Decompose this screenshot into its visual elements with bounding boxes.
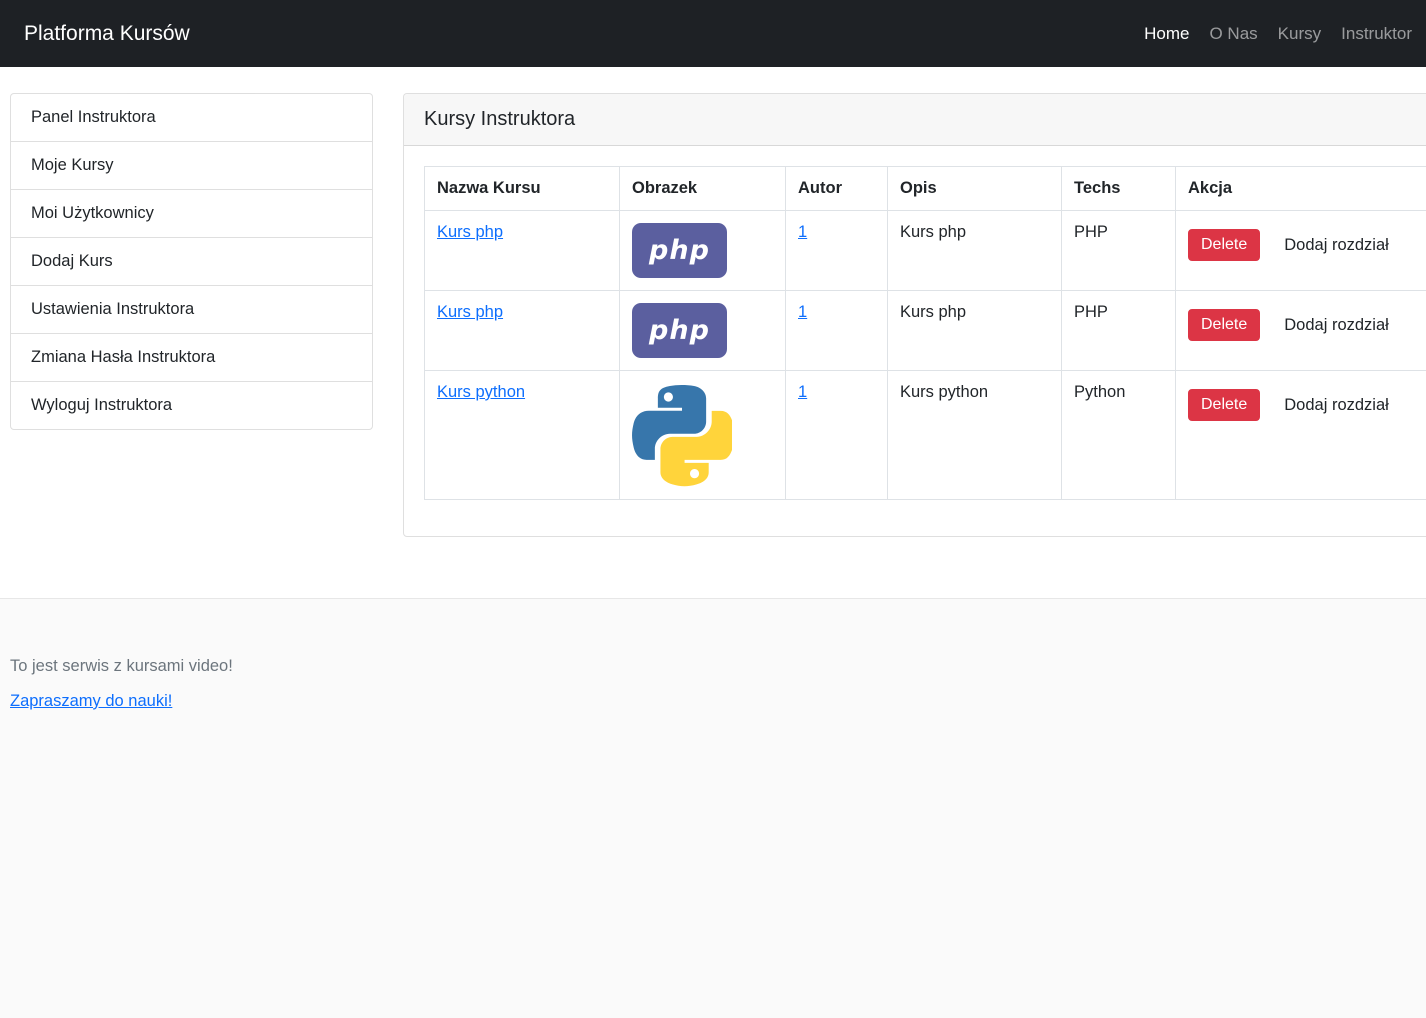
add-chapter-link[interactable]: Dodaj rozdział <box>1284 396 1389 415</box>
course-name-link[interactable]: Kurs python <box>437 383 525 401</box>
course-techs: Python <box>1062 371 1176 500</box>
footer-invite-link[interactable]: Zapraszamy do nauki! <box>10 692 172 710</box>
navbar-brand[interactable]: Platforma Kursów <box>24 22 190 46</box>
author-link[interactable]: 1 <box>798 223 807 241</box>
navbar-inner: Platforma Kursów Home O Nas Kursy Instru… <box>0 22 1426 46</box>
col-header-nazwa-kursu: Nazwa Kursu <box>425 167 620 211</box>
sidebar-item-moje-kursy[interactable]: Moje Kursy <box>10 141 373 189</box>
sidebar-item-zmiana-hasla-instruktora[interactable]: Zmiana Hasła Instruktora <box>10 333 373 381</box>
footer-text: To jest serwis z kursami video! <box>10 657 1416 676</box>
nav-item-o-nas[interactable]: O Nas <box>1209 24 1257 43</box>
page-footer: To jest serwis z kursami video! Zaprasza… <box>0 598 1426 1018</box>
author-link[interactable]: 1 <box>798 383 807 401</box>
course-name-link[interactable]: Kurs php <box>437 223 503 241</box>
table-row: Kurs python 1 Kurs python Python <box>425 371 1426 500</box>
php-logo: php <box>632 223 727 278</box>
sidebar-item-wyloguj-instruktora[interactable]: Wyloguj Instruktora <box>10 381 373 430</box>
nav-item-kursy[interactable]: Kursy <box>1278 24 1321 43</box>
courses-table: Nazwa Kursu Obrazek Autor Opis Techs Akc… <box>424 166 1426 500</box>
instructor-sidebar: Panel Instruktora Moje Kursy Moi Użytkow… <box>10 93 373 430</box>
table-row: Kurs php php 1 Kurs php PHP Delete Dodaj… <box>425 291 1426 371</box>
table-row: Kurs php php 1 Kurs php PHP Delete Dodaj… <box>425 211 1426 291</box>
course-techs: PHP <box>1062 291 1176 371</box>
delete-button[interactable]: Delete <box>1188 309 1260 341</box>
page-title: Kursy Instruktora <box>404 94 1426 146</box>
col-header-opis: Opis <box>888 167 1062 211</box>
course-description: Kurs python <box>888 371 1062 500</box>
course-name-link[interactable]: Kurs php <box>437 303 503 321</box>
sidebar-item-dodaj-kurs[interactable]: Dodaj Kurs <box>10 237 373 285</box>
col-header-akcja: Akcja <box>1176 167 1426 211</box>
courses-card: Kursy Instruktora Nazwa Kursu Obrazek Au… <box>403 93 1426 537</box>
add-chapter-link[interactable]: Dodaj rozdział <box>1284 236 1389 255</box>
action-cell: Delete Dodaj rozdział <box>1188 229 1426 261</box>
table-header-row: Nazwa Kursu Obrazek Autor Opis Techs Akc… <box>425 167 1426 211</box>
sidebar-item-ustawienia-instruktora[interactable]: Ustawienia Instruktora <box>10 285 373 333</box>
course-description: Kurs php <box>888 291 1062 371</box>
delete-button[interactable]: Delete <box>1188 229 1260 261</box>
delete-button[interactable]: Delete <box>1188 389 1260 421</box>
sidebar-item-moi-uzytkownicy[interactable]: Moi Użytkownicy <box>10 189 373 237</box>
course-description: Kurs php <box>888 211 1062 291</box>
python-logo <box>632 383 732 487</box>
nav-item-instruktor[interactable]: Instruktor <box>1341 24 1412 43</box>
top-navbar: Platforma Kursów Home O Nas Kursy Instru… <box>0 0 1426 67</box>
col-header-obrazek: Obrazek <box>620 167 786 211</box>
col-header-techs: Techs <box>1062 167 1176 211</box>
add-chapter-link[interactable]: Dodaj rozdział <box>1284 316 1389 335</box>
courses-card-body: Nazwa Kursu Obrazek Autor Opis Techs Akc… <box>404 146 1426 536</box>
action-cell: Delete Dodaj rozdział <box>1188 309 1426 341</box>
col-header-autor: Autor <box>786 167 888 211</box>
course-techs: PHP <box>1062 211 1176 291</box>
sidebar-item-panel-instruktora[interactable]: Panel Instruktora <box>10 93 373 141</box>
nav-item-home[interactable]: Home <box>1144 24 1189 43</box>
php-logo: php <box>632 303 727 358</box>
navbar-menu: Home O Nas Kursy Instruktor <box>1124 24 1412 44</box>
page-body: Panel Instruktora Moje Kursy Moi Użytkow… <box>0 67 1426 537</box>
action-cell: Delete Dodaj rozdział <box>1188 389 1426 421</box>
author-link[interactable]: 1 <box>798 303 807 321</box>
